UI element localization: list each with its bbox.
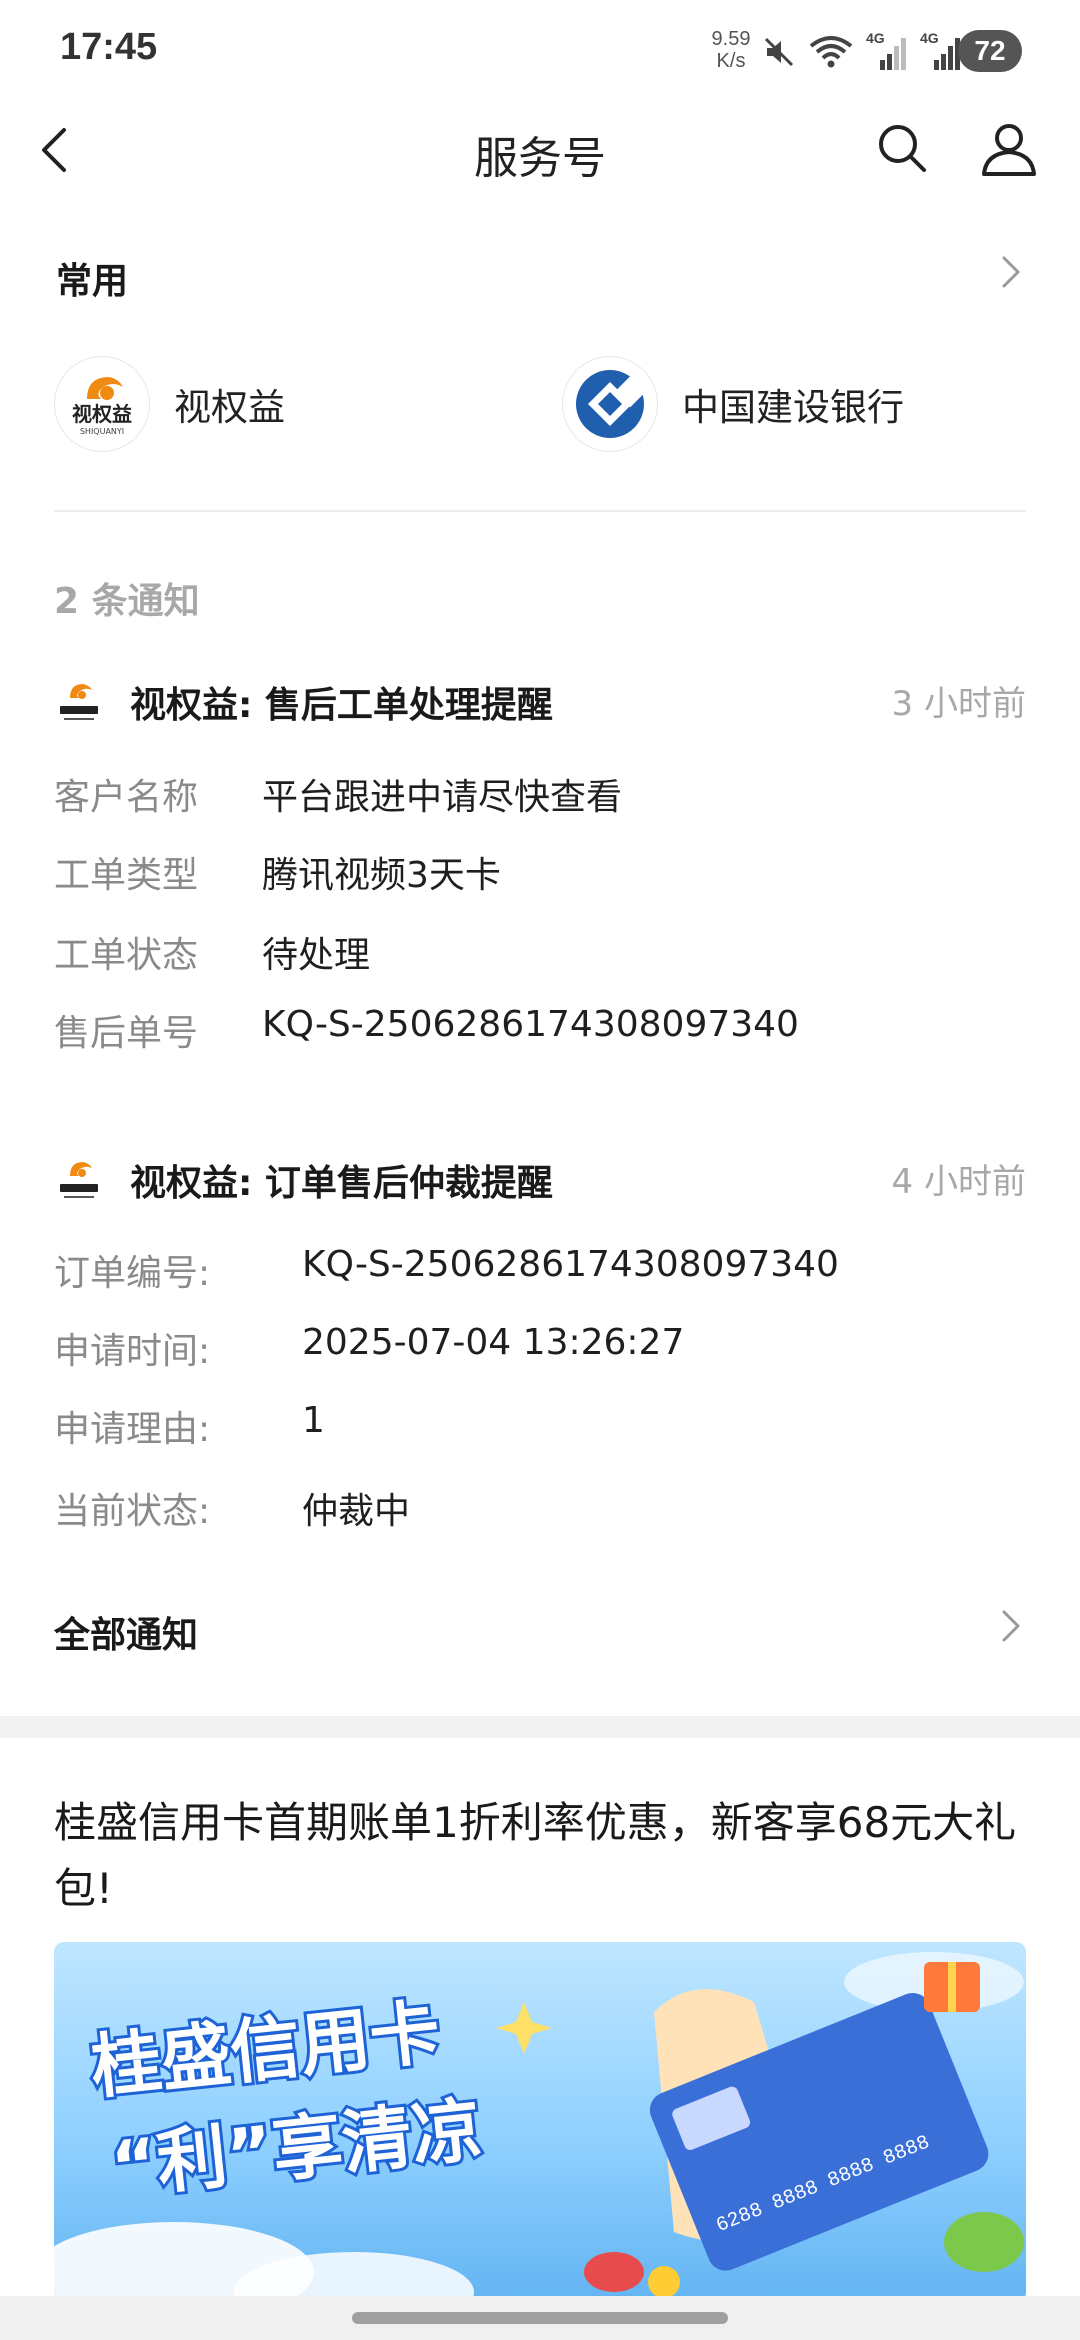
field-key: 当前状态: [54, 1491, 211, 1532]
field-key: 申请理由: [54, 1409, 211, 1450]
network-speed-value: 9.59 [711, 28, 751, 50]
status-time: 17:45 [60, 26, 158, 68]
chevron-right-icon[interactable] [996, 1606, 1026, 1646]
shiquanyi-logo-icon: 视权益 SHIQUANYI [72, 377, 132, 436]
notification-header[interactable]: 视权益: 订单售后仲裁提醒 4 小时前 [54, 1148, 1026, 1208]
notification-title: 视权益: 订单售后仲裁提醒 [130, 1163, 553, 1204]
logo-text: 视权益 [72, 402, 132, 426]
banner-subheadline: “利”享清凉 [107, 2088, 486, 2208]
field-value: 2025-07-04 13:26:27 [302, 1322, 685, 1363]
service-name: 视权益 [174, 386, 285, 429]
notification-title: 视权益: 售后工单处理提醒 [130, 685, 553, 726]
ccb-logo-icon [576, 370, 650, 438]
chevron-right-icon[interactable] [996, 252, 1026, 292]
field-value: KQ-S-2506286174308097340 [262, 1004, 799, 1045]
notification-header[interactable]: 视权益: 售后工单处理提醒 3 小时前 [54, 670, 1026, 730]
field-key: 申请时间: [54, 1331, 211, 1372]
service-name: 中国建设银行 [682, 386, 904, 429]
notification-time: 4 小时前 [891, 1162, 1026, 1202]
notification-time: 3 小时前 [891, 684, 1026, 724]
field-key: 售后单号 [54, 1013, 199, 1054]
field-key: 工单状态 [54, 935, 199, 976]
common-section-title: 常用 [56, 261, 129, 302]
field-value: 1 [302, 1400, 325, 1441]
status-bar: 17:45 9.59 K/s 4G 4G 72 [0, 0, 1080, 100]
field-value: 腾讯视频3天卡 [262, 855, 501, 896]
mute-icon [764, 37, 794, 67]
logo-subtext: SHIQUANYI [80, 427, 124, 436]
field-value: 仲裁中 [302, 1491, 411, 1532]
home-indicator[interactable] [352, 2312, 728, 2324]
field-key: 订单编号: [54, 1253, 211, 1294]
shiquanyi-logo-icon [58, 684, 100, 720]
ccb-logo [562, 356, 658, 452]
field-key: 工单类型 [54, 855, 199, 896]
status-icons: 4G 4G [762, 30, 962, 74]
field-value: KQ-S-2506286174308097340 [302, 1244, 839, 1285]
field-value: 平台跟进中请尽快查看 [262, 777, 623, 818]
service-shiquanyi[interactable]: 视权益 SHIQUANYI 视权益 [54, 356, 285, 452]
notification-count: 2 条通知 [54, 581, 200, 622]
field-value: 待处理 [262, 935, 371, 976]
signal-icon [934, 38, 960, 70]
ad-banner-art: 桂盛信用卡 “利”享清凉 6288 8888 8888 8888 [54, 1952, 1024, 2302]
wifi-icon [809, 36, 853, 68]
search-icon[interactable] [874, 120, 930, 176]
section-divider [54, 510, 1026, 512]
section-gap [0, 1716, 1080, 1738]
app-header: 服务号 [0, 100, 1080, 200]
banner-headline: 桂盛信用卡 [87, 1991, 444, 2109]
service-ccb[interactable]: 中国建设银行 [562, 356, 904, 452]
signal-icon [880, 38, 906, 70]
sim2-signal: 4G [920, 30, 962, 72]
field-key: 客户名称 [54, 777, 199, 818]
ad-banner[interactable]: 桂盛信用卡 “利”享清凉 6288 8888 8888 8888 [54, 1942, 1026, 2302]
all-notifications-link[interactable]: 全部通知 [54, 1606, 198, 1658]
network-speed: 9.59 K/s [706, 28, 756, 72]
sim1-signal: 4G [866, 30, 908, 72]
ad-title[interactable]: 桂盛信用卡首期账单1折利率优惠，新客享68元大礼包! [54, 1790, 1026, 1922]
user-icon[interactable] [978, 118, 1040, 180]
shiquanyi-logo-icon [60, 1162, 98, 1198]
shiquanyi-logo: 视权益 SHIQUANYI [54, 356, 150, 452]
network-speed-unit: K/s [716, 50, 746, 72]
battery-indicator: 72 [958, 30, 1022, 72]
